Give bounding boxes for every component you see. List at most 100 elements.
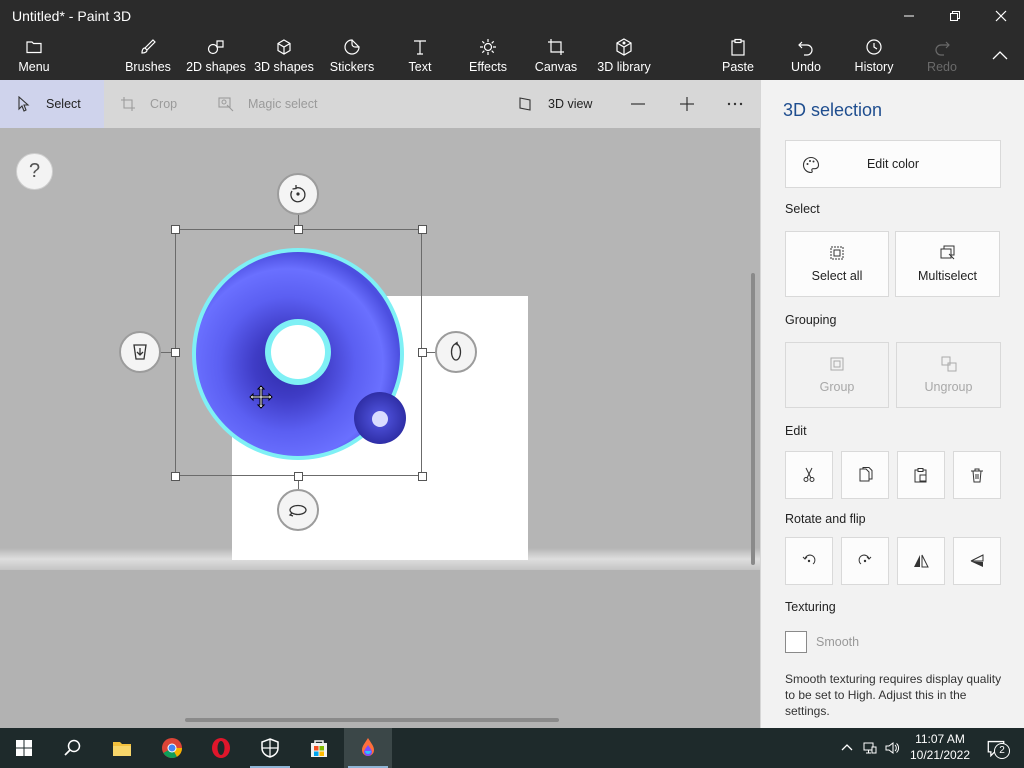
network-tray-button[interactable]	[860, 728, 880, 768]
clipboard-icon	[731, 38, 745, 56]
rotate-right-icon	[858, 554, 872, 565]
menu-button[interactable]: Menu	[10, 32, 58, 80]
edit-color-label: Edit color	[866, 157, 920, 171]
edit-color-button[interactable]: Edit color	[785, 140, 1001, 188]
copy-icon	[859, 467, 873, 482]
select-tool[interactable]: Select	[0, 80, 104, 128]
flip-vertical-button[interactable]	[953, 537, 1001, 585]
volume-tray-button[interactable]	[882, 728, 902, 768]
shield-icon	[261, 738, 279, 758]
rotate-x-button[interactable]	[435, 331, 477, 373]
canvas-workspace[interactable]: ?	[0, 128, 760, 728]
help-button[interactable]: ?	[16, 153, 53, 190]
opera-taskbar-button[interactable]	[197, 728, 245, 768]
resize-handle-bottom-right[interactable]	[418, 472, 427, 481]
undo-button[interactable]: Undo	[782, 32, 830, 80]
panel-title: 3D selection	[783, 100, 883, 120]
resize-handle-bottom-left[interactable]	[171, 472, 180, 481]
more-options-button[interactable]	[727, 80, 747, 128]
group-button[interactable]: Group	[785, 342, 889, 408]
system-clock[interactable]: 11:07 AM 10/21/2022	[900, 731, 980, 763]
grouping-heading: Grouping	[785, 313, 837, 327]
file-explorer-taskbar-button[interactable]	[98, 728, 146, 768]
2d-shapes-label: 2D shapes	[186, 60, 246, 74]
magic-select-icon	[218, 97, 234, 112]
push-depth-button[interactable]	[119, 331, 161, 373]
rotate-right-button[interactable]	[841, 537, 889, 585]
flip-horizontal-button[interactable]	[897, 537, 945, 585]
copy-button[interactable]	[841, 451, 889, 499]
rotate-z-button[interactable]	[277, 173, 319, 215]
rotate-y-button[interactable]	[277, 489, 319, 531]
group-icon	[830, 357, 844, 371]
notification-count-badge: 2	[994, 743, 1010, 759]
flip-vertical-icon	[970, 554, 984, 567]
undo-label: Undo	[791, 60, 821, 74]
paint3d-icon	[362, 738, 374, 756]
restore-button[interactable]	[932, 0, 978, 32]
close-button[interactable]	[978, 0, 1024, 32]
notifications-button[interactable]: 2	[982, 728, 1010, 768]
resize-handle-bottom[interactable]	[294, 472, 303, 481]
text-button[interactable]: Text	[396, 32, 444, 80]
ungroup-icon	[941, 356, 956, 372]
2d-shapes-button[interactable]: 2D shapes	[186, 32, 246, 80]
effects-label: Effects	[469, 60, 507, 74]
resize-handle-right[interactable]	[418, 348, 427, 357]
multiselect-button[interactable]: Multiselect	[895, 231, 1000, 297]
show-hidden-icons-button[interactable]	[838, 728, 856, 768]
resize-handle-left[interactable]	[171, 348, 180, 357]
delete-button[interactable]	[953, 451, 1001, 499]
paste-panel-button[interactable]	[897, 451, 945, 499]
canvas-button[interactable]: Canvas	[532, 32, 580, 80]
zoom-in-button[interactable]	[679, 80, 699, 128]
horizontal-scrollbar[interactable]	[185, 718, 559, 722]
redo-button[interactable]: Redo	[918, 32, 966, 80]
restore-icon	[950, 11, 960, 21]
collapse-ribbon-button[interactable]	[984, 32, 1016, 80]
minimize-button[interactable]	[886, 0, 932, 32]
edit-heading: Edit	[785, 424, 807, 438]
stickers-button[interactable]: Stickers	[328, 32, 376, 80]
search-button[interactable]	[48, 728, 96, 768]
vertical-scrollbar[interactable]	[751, 273, 755, 565]
flip-horizontal-icon	[914, 554, 929, 568]
3d-view-button[interactable]: 3D view	[518, 80, 598, 128]
sun-icon	[480, 39, 496, 55]
3d-shapes-label: 3D shapes	[254, 60, 314, 74]
effects-button[interactable]: Effects	[464, 32, 512, 80]
paste-button[interactable]: Paste	[714, 32, 762, 80]
ungroup-button[interactable]: Ungroup	[896, 342, 1001, 408]
security-taskbar-button[interactable]	[246, 728, 294, 768]
resize-handle-top-right[interactable]	[418, 225, 427, 234]
stickers-label: Stickers	[329, 60, 375, 74]
paste-icon	[914, 468, 927, 483]
scissors-icon	[803, 467, 815, 482]
3d-library-button[interactable]: 3D library	[594, 32, 654, 80]
rotate-y-icon	[288, 504, 307, 517]
resize-handle-top-left[interactable]	[171, 225, 180, 234]
group-label: Group	[819, 380, 855, 394]
start-button[interactable]	[0, 728, 48, 768]
rotate-left-button[interactable]	[785, 537, 833, 585]
3d-shapes-button[interactable]: 3D shapes	[254, 32, 314, 80]
2d-shapes-icon	[207, 40, 224, 55]
pointer-icon	[18, 96, 30, 112]
store-taskbar-button[interactable]	[295, 728, 343, 768]
history-button[interactable]: History	[850, 32, 898, 80]
brushes-button[interactable]: Brushes	[124, 32, 172, 80]
plus-icon	[680, 97, 694, 111]
resize-handle-top[interactable]	[294, 225, 303, 234]
cut-button[interactable]	[785, 451, 833, 499]
selection-box[interactable]	[175, 229, 422, 476]
menu-label: Menu	[18, 60, 50, 74]
select-all-button[interactable]: Select all	[785, 231, 889, 297]
smooth-checkbox[interactable]	[785, 631, 807, 653]
chrome-taskbar-button[interactable]	[148, 728, 196, 768]
magic-select-tool[interactable]: Magic select	[218, 80, 328, 128]
paint3d-taskbar-button[interactable]	[344, 728, 392, 768]
3d-library-icon	[616, 38, 632, 56]
crop-tool[interactable]: Crop	[120, 80, 200, 128]
chevron-up-icon	[841, 744, 853, 751]
zoom-out-button[interactable]	[630, 80, 650, 128]
